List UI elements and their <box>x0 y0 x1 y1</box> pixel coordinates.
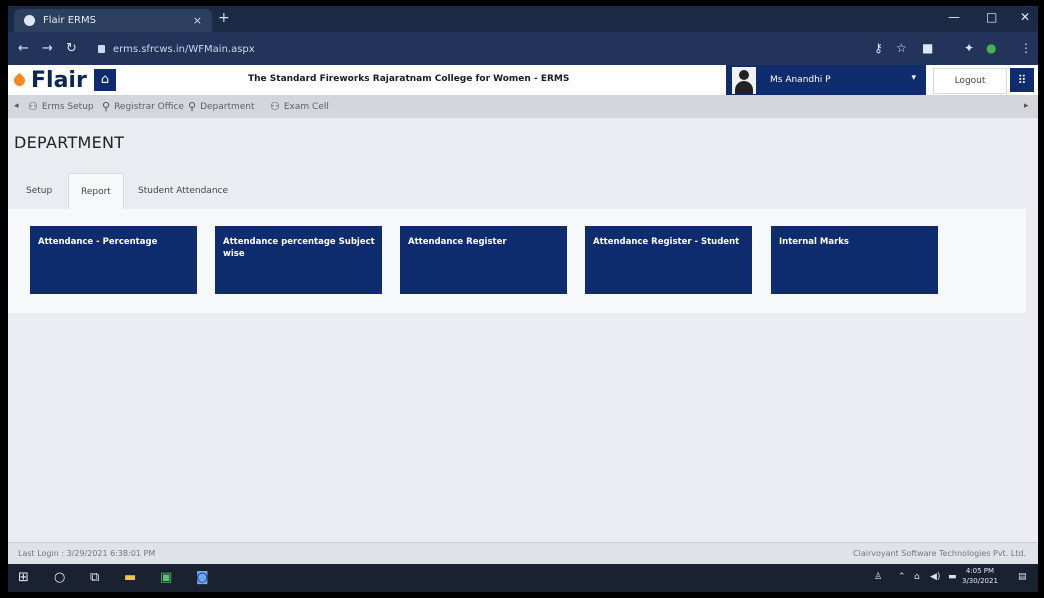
menu-item-registrar-office[interactable]: ⚲ Registrar Office <box>102 100 184 113</box>
menu-item-department[interactable]: ⚲ Department <box>188 100 255 113</box>
users-icon: ⚇ <box>270 100 280 113</box>
lock-icon <box>98 45 105 53</box>
menu-dots-icon[interactable]: ⋮ <box>1020 41 1032 55</box>
page-tabs: Setup Report Student Attendance <box>8 173 1038 210</box>
tab-close-icon[interactable]: × <box>193 14 202 27</box>
logo-text: Flair <box>31 68 87 93</box>
flame-icon <box>11 72 28 89</box>
copyright-text: Clairvoyant Software Technologies Pvt. L… <box>853 549 1026 558</box>
battery-icon[interactable]: ▬ <box>948 572 957 582</box>
flair-logo: Flair <box>11 68 87 93</box>
user-menu[interactable]: Ms Anandhi P ▾ <box>726 65 926 95</box>
tab-setup[interactable]: Setup <box>14 173 64 209</box>
tray-chevron-icon[interactable]: ⌃ <box>898 572 906 582</box>
tile-attendance-register-student[interactable]: Attendance Register - Student <box>585 226 752 294</box>
clock-date: 3/30/2021 <box>962 577 998 585</box>
menu-scroll-left-icon[interactable]: ◂ <box>14 101 19 111</box>
report-tiles-panel: Attendance - Percentage Attendance perce… <box>8 209 1026 313</box>
menu-item-label: Exam Cell <box>283 101 329 112</box>
page-title: DEPARTMENT <box>14 133 125 152</box>
tab-report[interactable]: Report <box>68 173 124 210</box>
logout-button[interactable]: Logout <box>933 68 1007 94</box>
tile-attendance-percentage-subject-wise[interactable]: Attendance percentage Subject wise <box>215 226 382 294</box>
key-icon[interactable]: ⚷ <box>874 41 883 55</box>
browser-window: Flair ERMS × + — □ ✕ ← → ↻ erms.sfrcws.i… <box>8 6 1038 592</box>
avatar <box>732 67 756 94</box>
volume-icon[interactable]: ◀) <box>930 572 940 582</box>
extension-icon[interactable]: ■ <box>922 41 933 55</box>
chevron-down-icon[interactable]: ▾ <box>911 73 916 83</box>
url-field[interactable]: erms.sfrcws.in/WFMain.aspx <box>98 39 898 59</box>
tile-attendance-percentage[interactable]: Attendance - Percentage <box>30 226 197 294</box>
home-button[interactable]: ⌂ <box>94 69 116 91</box>
browser-taskbar-icon[interactable]: ◙ <box>196 570 209 585</box>
menu-item-erms-setup[interactable]: ⚇ Erms Setup <box>28 100 94 113</box>
tile-internal-marks[interactable]: Internal Marks <box>771 226 938 294</box>
network-icon[interactable]: ⌂ <box>914 572 920 582</box>
college-title: The Standard Fireworks Rajaratnam Colleg… <box>248 74 570 84</box>
taskbar-clock[interactable]: 4:05 PM 3/30/2021 <box>962 566 998 586</box>
browser-tab-title: Flair ERMS <box>43 15 96 26</box>
menu-item-label: Registrar Office <box>114 101 184 112</box>
windows-taskbar: ⊞ ○ ⧉ ▬ ▣ ◙ ♙ ⌃ ⌂ ◀) ▬ 4:05 PM 3/30/2021… <box>8 564 1038 592</box>
footer: Last Login : 3/29/2021 6:38:01 PM Clairv… <box>8 542 1038 565</box>
profile-icon[interactable]: ● <box>986 41 996 55</box>
minimize-icon[interactable]: — <box>948 10 960 24</box>
maximize-icon[interactable]: □ <box>986 10 997 24</box>
new-tab-icon[interactable]: + <box>218 10 230 26</box>
user-icon: ⚲ <box>102 100 111 113</box>
users-icon: ⚇ <box>28 100 38 113</box>
menu-item-exam-cell[interactable]: ⚇ Exam Cell <box>270 100 329 113</box>
search-icon[interactable]: ○ <box>54 570 65 585</box>
url-text: erms.sfrcws.in/WFMain.aspx <box>113 43 255 55</box>
puzzle-icon[interactable]: ✦ <box>964 41 974 55</box>
task-view-icon[interactable]: ⧉ <box>90 570 99 585</box>
user-name: Ms Anandhi P <box>770 75 831 85</box>
clock-time: 4:05 PM <box>965 567 995 575</box>
main-menu-bar: ◂ ⚇ Erms Setup ⚲ Registrar Office ⚲ Depa… <box>8 96 1038 118</box>
address-bar: ← → ↻ erms.sfrcws.in/WFMain.aspx ⚷ ☆ ■ ✦… <box>8 32 1038 65</box>
back-arrow-icon[interactable]: ← <box>18 41 29 56</box>
browser-tab[interactable]: Flair ERMS × <box>14 9 212 32</box>
people-icon[interactable]: ♙ <box>874 572 882 582</box>
menu-item-label: Department <box>200 101 255 112</box>
forward-arrow-icon[interactable]: → <box>42 41 53 56</box>
reload-icon[interactable]: ↻ <box>66 41 77 56</box>
app-icon[interactable]: ▣ <box>160 570 172 585</box>
last-login-text: Last Login : 3/29/2021 6:38:01 PM <box>18 549 156 558</box>
app-header: Flair ⌂ The Standard Fireworks Rajaratna… <box>8 65 1038 96</box>
browser-tab-strip: Flair ERMS × + — □ ✕ <box>8 6 1038 32</box>
file-explorer-icon[interactable]: ▬ <box>124 570 136 585</box>
star-icon[interactable]: ☆ <box>896 41 907 55</box>
windows-start-icon[interactable]: ⊞ <box>18 570 29 585</box>
home-icon: ⌂ <box>100 72 110 87</box>
menu-item-label: Erms Setup <box>41 101 94 112</box>
menu-scroll-right-icon[interactable]: ▸ <box>1024 101 1029 111</box>
user-icon: ⚲ <box>188 100 197 113</box>
tab-student-attendance[interactable]: Student Attendance <box>126 173 240 209</box>
apps-grid-icon[interactable]: ⠿ <box>1010 68 1034 92</box>
globe-icon <box>24 15 35 26</box>
notifications-icon[interactable]: ▤ <box>1018 572 1027 582</box>
tile-attendance-register[interactable]: Attendance Register <box>400 226 567 294</box>
close-window-icon[interactable]: ✕ <box>1020 10 1030 24</box>
